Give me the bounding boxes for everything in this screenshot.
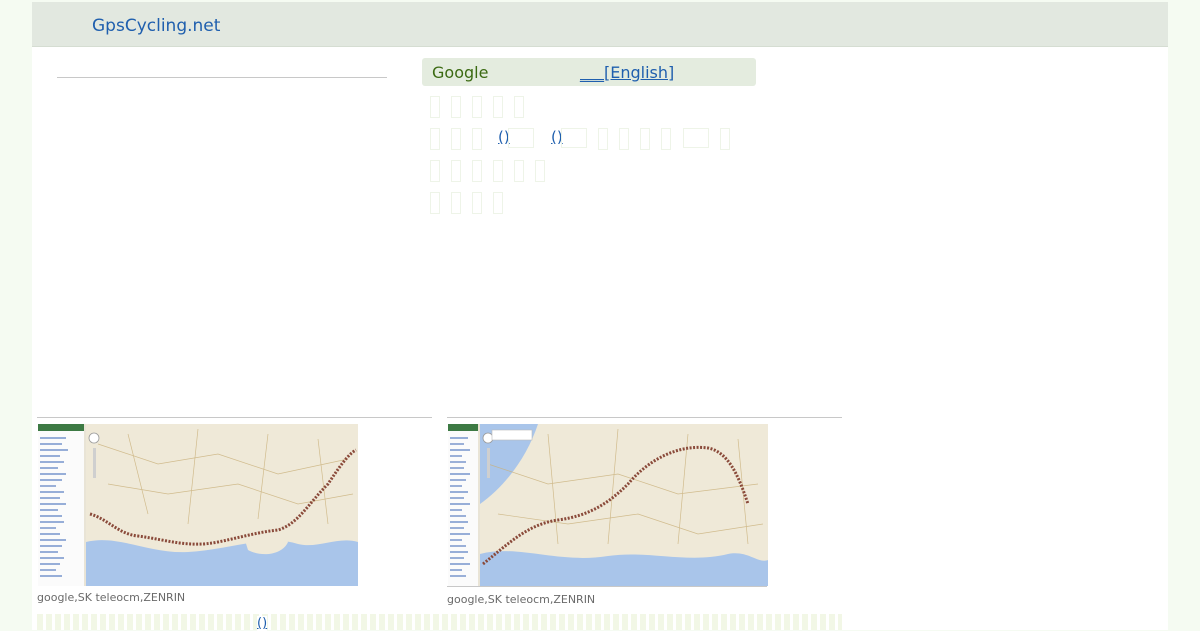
route-map-thumbnail[interactable] [448,424,768,586]
map-image [448,424,768,586]
menu-item[interactable] [472,96,482,118]
menu-item[interactable] [508,128,534,148]
menu-item[interactable] [451,128,461,150]
menu-item[interactable] [720,128,730,150]
english-link[interactable]: ___[English] [580,63,674,82]
menu-item[interactable] [514,160,524,182]
menu-item[interactable] [683,128,709,148]
menu-item[interactable] [430,96,440,118]
google-label: Google [432,63,489,82]
menu-item[interactable] [451,160,461,182]
menu-item[interactable] [535,160,545,182]
menu-item[interactable] [640,128,650,150]
divider [57,77,387,78]
map-image [38,424,358,586]
menu-item[interactable] [661,128,671,150]
menu-item[interactable] [493,160,503,182]
menu-item[interactable] [430,192,440,214]
menu-item[interactable] [472,192,482,214]
menu-item[interactable] [561,128,587,148]
menu-item[interactable] [472,128,482,150]
divider [37,417,432,418]
menu-item[interactable] [514,96,524,118]
footer-link-strip [37,614,842,630]
divider [447,417,842,418]
site-logo-link[interactable]: GpsCycling.net [92,16,220,36]
menu-item[interactable] [619,128,629,150]
divider [447,586,767,587]
menu-item[interactable] [451,96,461,118]
menu-item[interactable] [493,192,503,214]
site-header: GpsCycling.net [32,2,1168,47]
menu-item[interactable] [472,160,482,182]
footer-link[interactable]: () [257,616,268,631]
menu-item[interactable] [598,128,608,150]
page: GpsCycling.net Google ___[English] () () [32,2,1168,631]
map-credit: google,SK teleocm,ZENRIN [37,591,186,604]
map-credit: google,SK teleocm,ZENRIN [447,593,596,606]
menu-item[interactable] [451,192,461,214]
menu-item[interactable] [430,128,440,150]
menu-item[interactable] [430,160,440,182]
menu-item[interactable] [493,96,503,118]
route-map-thumbnail[interactable] [38,424,358,586]
language-bar: Google ___[English] [422,58,756,86]
